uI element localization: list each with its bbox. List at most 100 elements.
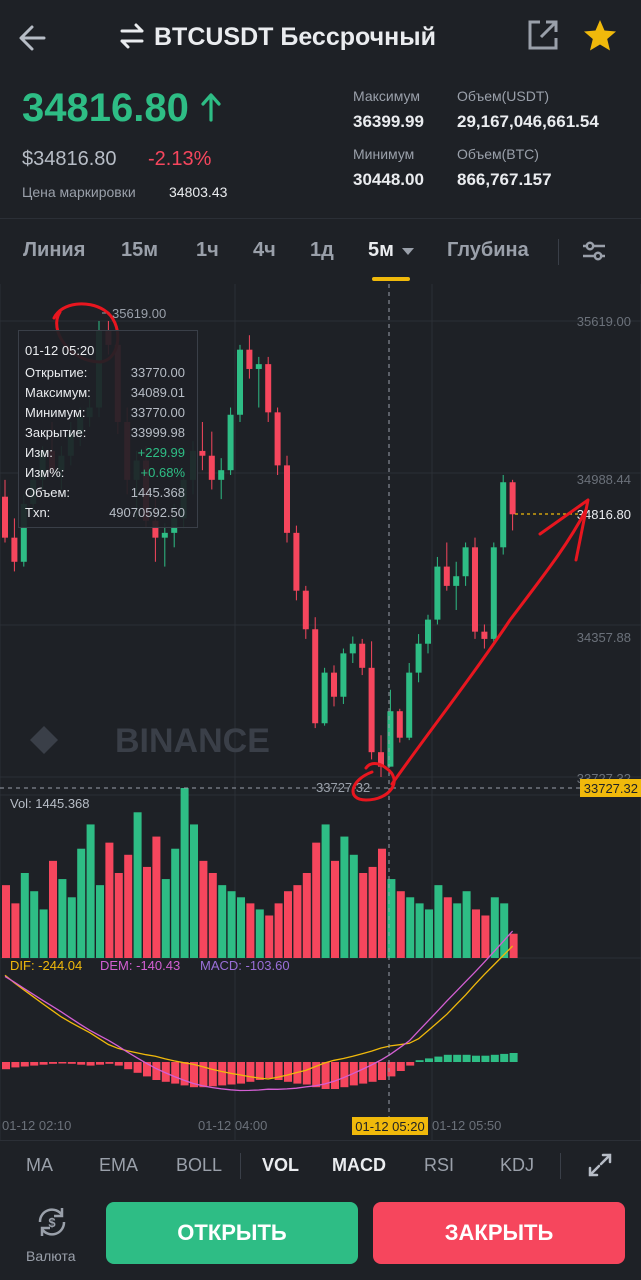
macd-bar [124, 1062, 133, 1070]
tooltip-change-pct-label: Изм%: [25, 465, 65, 480]
volume-bar [302, 873, 311, 958]
macd-bar [171, 1062, 180, 1084]
candle-body [265, 364, 272, 413]
candle-body [293, 532, 300, 591]
svg-text:$: $ [48, 1215, 56, 1230]
candle-body [462, 547, 469, 577]
tab-depth[interactable]: Глубина [447, 239, 529, 262]
fullscreen-icon[interactable] [586, 1151, 614, 1179]
volume-bar [171, 848, 180, 958]
indicator-ma[interactable]: MA [26, 1155, 53, 1176]
page-title[interactable]: BTCUSDT Бессрочный [154, 23, 436, 52]
star-icon[interactable] [582, 18, 618, 54]
macd-bar [500, 1053, 509, 1062]
macd-bar [114, 1062, 123, 1066]
volume-bar [406, 897, 415, 958]
high-label: Максимум [353, 88, 420, 104]
share-icon[interactable] [526, 18, 560, 52]
tab-4h[interactable]: 4ч [253, 239, 276, 262]
candle-body [321, 672, 328, 724]
macd-bar [67, 1062, 76, 1064]
volume-bar [453, 903, 462, 958]
indicator-kdj[interactable]: KDJ [500, 1155, 534, 1176]
tooltip-change-pct-value: +0.68% [140, 465, 185, 480]
volume-bar [472, 909, 480, 958]
macd-bar [218, 1062, 227, 1086]
indicator-ema[interactable]: EMA [99, 1155, 138, 1176]
candle-body [349, 643, 356, 654]
indicator-macd[interactable]: MACD [332, 1155, 386, 1176]
candle-body [443, 566, 450, 586]
indicator-rsi[interactable]: RSI [424, 1155, 454, 1176]
arrow-left-icon[interactable] [14, 18, 54, 58]
low-label: Минимум [353, 146, 415, 162]
crosshair-time-label: 01-12 05:20 [355, 1119, 424, 1134]
candle-body [406, 672, 413, 738]
volume-btc-label: Объем(BTC) [457, 146, 539, 162]
tab-15m[interactable]: 15м [121, 239, 158, 262]
volume-bar [143, 866, 151, 958]
tooltip-change-value: +229.99 [137, 445, 185, 460]
volume-bar [227, 891, 236, 958]
macd-bar [11, 1062, 20, 1068]
time-label: 01-12 04:00 [198, 1118, 267, 1133]
macd-bar [302, 1062, 311, 1085]
tooltip-low-value: 33770.00 [130, 405, 185, 420]
candle-body [227, 414, 234, 471]
candle-body [415, 643, 422, 673]
open-position-button[interactable]: ОТКРЫТЬ [106, 1202, 358, 1264]
tab-line[interactable]: Линия [23, 239, 85, 262]
candle-body [161, 532, 168, 538]
watermark: BINANCE [115, 722, 270, 760]
close-position-button[interactable]: ЗАКРЫТЬ [373, 1202, 625, 1264]
dif-label: DIF: -244.04 [10, 958, 82, 973]
macd-bar [96, 1062, 104, 1065]
candle-body [434, 566, 441, 620]
macd-bar [39, 1062, 48, 1065]
currency-switch-icon[interactable]: $ [34, 1204, 70, 1240]
volume-bar [152, 836, 161, 958]
time-label: 01-12 05:50 [432, 1118, 501, 1133]
macd-bar [284, 1062, 292, 1082]
high-price-label: 35619.00 [112, 306, 166, 321]
macd-bar [133, 1062, 142, 1073]
price-axis-label: 34988.44 [577, 472, 631, 487]
volume-bar [30, 891, 39, 958]
macd-bar [509, 1053, 518, 1062]
indicator-vol[interactable]: VOL [262, 1155, 299, 1176]
high-value: 36399.99 [353, 112, 424, 131]
candle-body [284, 465, 290, 533]
macd-bar [359, 1062, 368, 1084]
volume-bar [274, 903, 283, 958]
tooltip-volume-value: 1445.368 [130, 485, 185, 500]
macd-bar [20, 1062, 29, 1067]
tab-1h[interactable]: 1ч [196, 239, 219, 262]
volume-bar [378, 848, 386, 958]
volume-btc-value: 866,767.157 [457, 170, 552, 189]
macd-label: MACD: -103.60 [200, 958, 290, 973]
volume-bar [67, 897, 76, 958]
volume-bar [20, 873, 29, 958]
tab-5m[interactable]: 5м [368, 239, 394, 262]
volume-bar [58, 879, 67, 958]
volume-bar [434, 885, 443, 958]
tooltip-high-label: Максимум: [25, 385, 91, 400]
chevron-down-icon[interactable] [401, 247, 415, 257]
currency-label[interactable]: Валюта [26, 1248, 76, 1264]
tab-1d[interactable]: 1д [310, 239, 334, 262]
volume-bar [49, 860, 57, 958]
arrow-up-icon [201, 93, 221, 122]
volume-label: Vol: 1445.368 [10, 796, 90, 811]
macd-bar [77, 1062, 86, 1065]
indicator-boll[interactable]: BOLL [176, 1155, 222, 1176]
macd-bar [208, 1062, 217, 1087]
swap-icon[interactable] [118, 22, 146, 50]
volume-bar [490, 897, 499, 958]
macd-bar [86, 1062, 95, 1066]
volume-usdt-value: 29,167,046,661.54 [457, 112, 599, 131]
macd-bar [481, 1055, 490, 1062]
volume-layer [2, 788, 518, 958]
indicator-divider [240, 1153, 241, 1179]
settings-sliders-icon[interactable] [580, 237, 608, 265]
crosshair-price-label: 33727.32 [584, 781, 638, 796]
